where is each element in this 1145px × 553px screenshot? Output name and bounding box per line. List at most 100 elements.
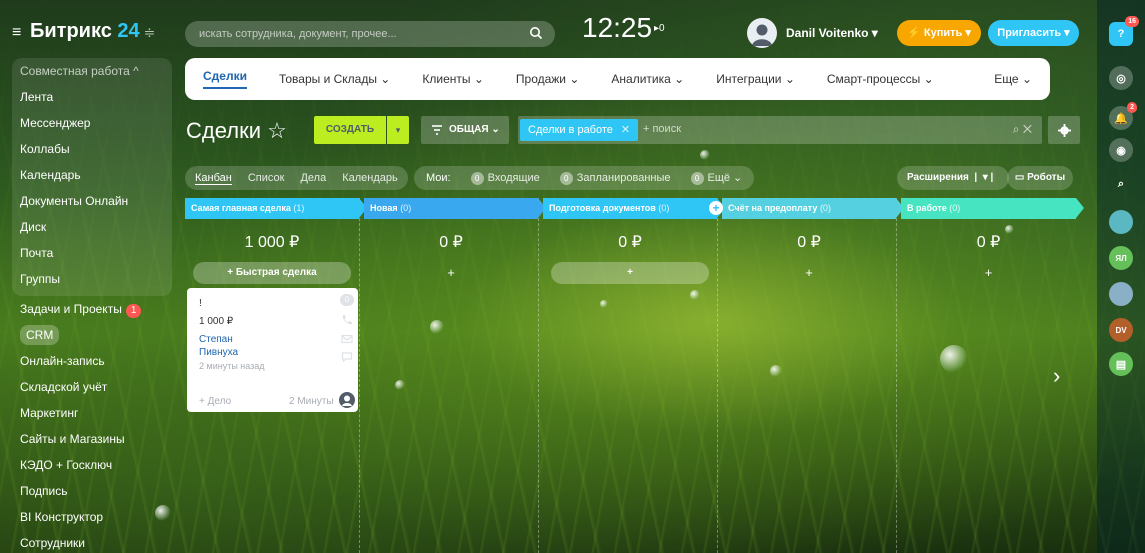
view-activities[interactable]: Дела [300, 172, 326, 184]
tab-integrations[interactable]: Интеграции ⌄ [716, 72, 795, 86]
scroll-right-icon[interactable]: › [1053, 363, 1060, 389]
column-header[interactable]: Подготовка документов (0) [543, 198, 725, 219]
tab-deals[interactable]: Сделки [203, 69, 247, 89]
quick-deal-button[interactable]: + Быстрая сделка [193, 262, 351, 284]
deal-sum: 1 000 ₽ [199, 316, 234, 327]
counter-more[interactable]: 0 Ещё ⌄ [690, 171, 742, 185]
sidebar-item-sites[interactable]: Сайты и Магазины [12, 426, 172, 452]
tab-analytics[interactable]: Аналитика ⌄ [611, 72, 684, 86]
sidebar-item-employees[interactable]: Сотрудники [12, 530, 172, 553]
user-avatar[interactable] [747, 18, 777, 48]
logo-hint-icon[interactable]: ≑ [144, 24, 156, 40]
sidebar-item-messenger[interactable]: Мессенджер [12, 110, 172, 136]
tab-smart-processes[interactable]: Смарт-процессы ⌄ [827, 72, 934, 86]
column-header[interactable]: В работе (0) [901, 198, 1084, 219]
tab-more[interactable]: Еще ⌄ [994, 72, 1032, 86]
sidebar-item-mail[interactable]: Почта [12, 240, 172, 266]
view-list[interactable]: Список [248, 172, 285, 184]
sidebar-item-bi[interactable]: BI Конструктор [12, 504, 172, 530]
view-calendar[interactable]: Календарь [342, 172, 398, 184]
sidebar-item-crm[interactable]: CRM [12, 322, 172, 348]
add-deal-button[interactable]: + [730, 262, 888, 284]
counter-incoming[interactable]: 0 Входящие [470, 171, 540, 185]
contact-avatar[interactable] [1109, 282, 1133, 306]
view-kanban[interactable]: Канбан [195, 172, 232, 185]
group-chat-icon[interactable]: ▤ [1109, 352, 1133, 376]
filter-search-bar[interactable]: Сделки в работе ✕ + поиск ⌕ ✕ [518, 116, 1042, 144]
chip-close-icon[interactable]: ✕ [621, 124, 630, 136]
global-search[interactable] [185, 21, 555, 47]
open-lines-icon[interactable]: ◉ [1109, 138, 1133, 162]
create-button[interactable]: СОЗДАТЬ [314, 116, 386, 144]
sidebar-item-marketing[interactable]: Маркетинг [12, 400, 172, 426]
search-input[interactable] [185, 21, 555, 47]
tab-sales[interactable]: Продажи ⌄ [516, 72, 580, 86]
gear-icon [1057, 123, 1071, 137]
sidebar-item-feed[interactable]: Лента [12, 84, 172, 110]
add-deal-button[interactable]: + [372, 262, 530, 284]
deal-title[interactable]: ! [199, 298, 202, 309]
crm-nav: Сделки Товары и Склады ⌄ Клиенты ⌄ Прода… [185, 58, 1050, 100]
column-sum: 0 ₽ [976, 234, 1001, 251]
bell-badge: 2 [1127, 102, 1137, 113]
create-dropdown-button[interactable]: ▾ [387, 116, 409, 144]
filter-chip[interactable]: Сделки в работе ✕ [520, 119, 639, 141]
deal-card[interactable]: ! 0 1 000 ₽ Степан Пивнуха 2 минуты наза… [187, 288, 358, 412]
extensions-button[interactable]: Расширения | ▾ | [897, 166, 1009, 190]
filter-search-input[interactable]: + поиск [643, 123, 681, 135]
sidebar-item-groups[interactable]: Группы [12, 266, 172, 292]
deal-contact-last[interactable]: Пивнуха [199, 347, 238, 358]
add-deal-button[interactable]: + [909, 262, 1068, 284]
column-header[interactable]: Новая (0) [364, 198, 546, 219]
sidebar-group-header[interactable]: Совместная работа ^ [12, 58, 172, 84]
mail-icon[interactable] [341, 333, 353, 345]
responsible-avatar[interactable] [339, 392, 355, 408]
sidebar-item-warehouse[interactable]: Складской учёт [12, 374, 172, 400]
counter-planned[interactable]: 0 Запланированные [559, 171, 671, 185]
bell-icon[interactable]: 🔔 2 [1109, 102, 1137, 130]
flag-counter[interactable]: ▸0 [654, 23, 665, 34]
clock[interactable]: 12:25 [582, 12, 652, 44]
tab-products[interactable]: Товары и Склады ⌄ [279, 72, 390, 86]
column-header[interactable]: Самая главная сделка (1) [185, 198, 367, 219]
column-header[interactable]: Счёт на предоплату (0) [722, 198, 904, 219]
top-header: ≡ Битрикс 24≑ 12:25 ▸0 Danil Voitenko ▾ … [0, 0, 1090, 58]
column-sum: 0 ₽ [618, 234, 642, 251]
settings-button[interactable] [1048, 116, 1080, 144]
search-icon[interactable] [529, 26, 543, 40]
deal-contact-first[interactable]: Степан [199, 334, 233, 345]
search-icon[interactable]: ⌕ [1109, 172, 1133, 196]
sidebar-item-tasks[interactable]: Задачи и Проекты 1 [12, 296, 172, 322]
category-filter-button[interactable]: ОБЩАЯ ⌄ [421, 116, 509, 144]
sidebar-item-kedo[interactable]: КЭДО + Госключ [12, 452, 172, 478]
sidebar-item-collabs[interactable]: Коллабы [12, 136, 172, 162]
add-deal-button[interactable]: + [551, 262, 709, 284]
phone-icon[interactable] [341, 314, 353, 326]
contact-avatar[interactable]: ЯЛ [1109, 246, 1133, 270]
filter-search-icon[interactable]: ⌕ ✕ [1013, 122, 1032, 137]
invite-button[interactable]: Пригласить ▾ [988, 20, 1079, 46]
user-menu[interactable]: Danil Voitenko ▾ [786, 26, 878, 40]
sidebar-group-collab: Совместная работа ^ Лента Мессенджер Кол… [12, 58, 172, 296]
tasks-badge: 1 [125, 304, 142, 318]
right-panel: ? 16 ◎ 🔔 2 ◉ ⌕ ЯЛ DV ▤ [1097, 0, 1145, 553]
kanban-column: Счёт на предоплату (0) 0 ₽ + [722, 198, 904, 553]
add-column-icon[interactable]: + [709, 201, 723, 215]
view-tabs: Канбан Список Дела Календарь [185, 166, 408, 190]
contact-avatar[interactable]: DV [1109, 318, 1133, 342]
sidebar-item-drive[interactable]: Диск [12, 214, 172, 240]
add-activity-link[interactable]: + Дело [199, 396, 231, 407]
sidebar-item-booking[interactable]: Онлайн-запись [12, 348, 172, 374]
help-icon[interactable]: ? 16 [1109, 16, 1139, 46]
menu-icon[interactable]: ≡ [12, 24, 21, 42]
chat-avatar[interactable] [1109, 210, 1133, 234]
sidebar-item-calendar[interactable]: Календарь [12, 162, 172, 188]
sidebar-item-docs[interactable]: Документы Онлайн [12, 188, 172, 214]
copilot-icon[interactable]: ◎ [1109, 66, 1133, 90]
chat-icon[interactable] [341, 351, 353, 363]
buy-button[interactable]: ⚡ Купить ▾ [897, 20, 981, 46]
sidebar-item-sign[interactable]: Подпись [12, 478, 172, 504]
logo[interactable]: Битрикс 24 ≑ [30, 20, 155, 43]
tab-clients[interactable]: Клиенты ⌄ [422, 72, 484, 86]
robots-button[interactable]: ▭ Роботы [1007, 166, 1073, 190]
